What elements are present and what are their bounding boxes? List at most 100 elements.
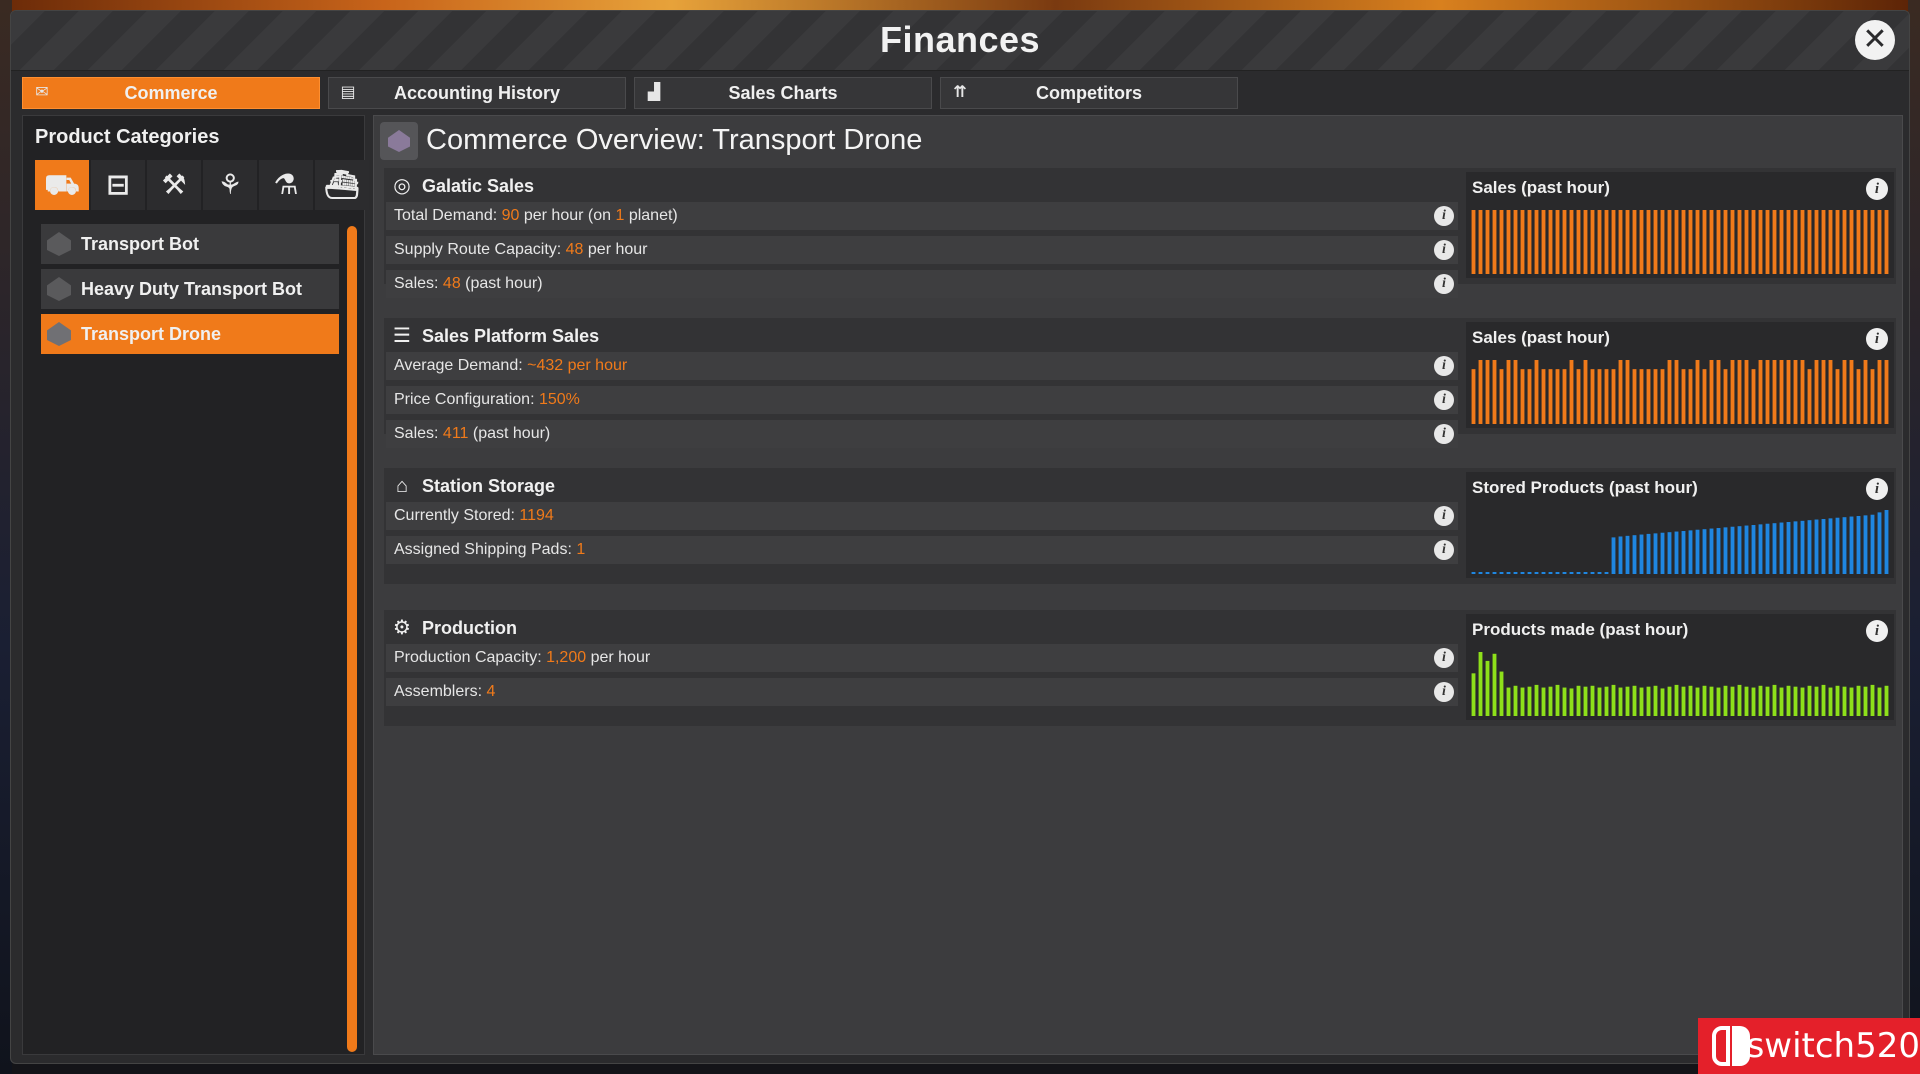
chart-bar (1709, 686, 1714, 716)
chart-bar (1723, 527, 1728, 574)
chart-bar (1492, 360, 1497, 424)
stat-value: 48 (442, 275, 461, 292)
chart-bar (1611, 684, 1616, 716)
watermark-text: switch520 (1746, 1026, 1920, 1066)
info-icon[interactable]: i (1434, 240, 1454, 260)
info-icon[interactable]: i (1866, 328, 1888, 350)
info-icon[interactable]: i (1434, 506, 1454, 526)
chart-bar (1849, 210, 1854, 274)
stat-value: 150% (538, 391, 580, 408)
product-list-scrollbar[interactable] (347, 226, 357, 1052)
chart-bar (1807, 520, 1812, 574)
chart-bar (1702, 210, 1707, 274)
chart-bar (1849, 516, 1854, 574)
plant-icon[interactable]: ⚘ (203, 160, 257, 210)
chart-bar (1492, 210, 1497, 274)
info-icon[interactable]: i (1434, 206, 1454, 226)
tab-competitors[interactable]: ⇈ Competitors (940, 77, 1238, 109)
chart-bar (1639, 369, 1644, 424)
info-icon[interactable]: i (1434, 390, 1454, 410)
info-icon[interactable]: i (1434, 424, 1454, 444)
chart-bar (1737, 684, 1742, 716)
info-icon[interactable]: i (1434, 356, 1454, 376)
chart-baseline-mark (1597, 572, 1602, 574)
chart-bar (1744, 210, 1749, 274)
chart-bar (1660, 688, 1665, 716)
stat-value: 1 (576, 541, 586, 558)
info-icon[interactable]: i (1866, 620, 1888, 642)
wrench-icon[interactable]: ⚒ (147, 160, 201, 210)
toolbox-icon[interactable]: ⊟ (91, 160, 145, 210)
chart-bar (1828, 360, 1833, 424)
chart-bar (1821, 360, 1826, 424)
chart-bar (1576, 369, 1581, 424)
commerce-overview-panel: Commerce Overview: Transport Drone ◎ Gal… (373, 115, 1903, 1055)
chart-bar (1842, 517, 1847, 574)
tab-accounting-history[interactable]: ▤ Accounting History (328, 77, 626, 109)
product-label: Heavy Duty Transport Bot (81, 279, 303, 299)
chart-bar (1821, 210, 1826, 274)
finances-window: Finances ✕ ✉ Commerce ▤ Accounting Histo… (10, 10, 1910, 1064)
info-icon[interactable]: i (1866, 178, 1888, 200)
chart-bar (1877, 687, 1882, 716)
chart-bar (1793, 360, 1798, 424)
chart-bar (1527, 686, 1532, 716)
product-item-transport-drone[interactable]: Transport Drone (41, 314, 339, 354)
truck-icon[interactable]: ⛟ (35, 160, 89, 210)
chart-bar (1779, 210, 1784, 274)
chart-bar (1856, 516, 1861, 574)
chart-bar (1702, 529, 1707, 574)
chart-bar (1569, 360, 1574, 424)
tank-icon[interactable]: ⛴ (315, 160, 369, 210)
chart-bar (1863, 686, 1868, 716)
info-icon[interactable]: i (1434, 682, 1454, 702)
tab-sales-charts[interactable]: ▟ Sales Charts (634, 77, 932, 109)
chart-bar (1660, 210, 1665, 274)
tab-commerce[interactable]: ✉ Commerce (22, 77, 320, 109)
chart-bar (1877, 512, 1882, 574)
chart-bar (1849, 687, 1854, 716)
station-storage-section: ⌂ Station Storage Currently Stored: 1194… (384, 468, 1896, 584)
section-title: Sales Platform Sales (422, 325, 600, 346)
info-icon[interactable]: i (1434, 540, 1454, 560)
storage-chart (1471, 510, 1889, 574)
chart-bar (1632, 535, 1637, 574)
chart-bar (1807, 369, 1812, 424)
info-icon[interactable]: i (1434, 648, 1454, 668)
stat-value: 4 (486, 683, 496, 700)
ledger-icon: ▤ (340, 84, 356, 101)
chart-bar (1884, 210, 1889, 274)
microscope-icon[interactable]: ⚗ (259, 160, 313, 210)
chart-bar (1513, 210, 1518, 274)
production-section: ⚙ Production Production Capacity: 1,200 … (384, 610, 1896, 726)
chart-bar (1527, 210, 1532, 274)
chart-bar (1877, 210, 1882, 274)
chart-bar (1639, 534, 1644, 574)
chart-bar (1779, 687, 1784, 716)
tab-label: Accounting History (393, 82, 560, 103)
chart-bar (1520, 210, 1525, 274)
chart-bar (1751, 369, 1756, 424)
chart-bar (1541, 687, 1546, 716)
chart-bar (1534, 360, 1539, 424)
chart-bar (1625, 210, 1630, 274)
chart-baseline-mark (1506, 572, 1511, 574)
chart-bar (1751, 210, 1756, 274)
stat-rows: Currently Stored: 1194 i Assigned Shipping… (386, 502, 1458, 570)
chart-baseline-mark (1485, 572, 1490, 574)
chart-bar (1667, 532, 1672, 574)
info-icon[interactable]: i (1434, 274, 1454, 294)
product-item-transport-bot[interactable]: Transport Bot (41, 224, 339, 264)
product-label: Transport Bot (81, 234, 200, 254)
chart-bar (1695, 687, 1700, 716)
chart-bar (1856, 369, 1861, 424)
product-icon (47, 232, 71, 256)
chart-bar (1562, 210, 1567, 274)
info-icon[interactable]: i (1866, 478, 1888, 500)
product-item-heavy-duty-transport-bot[interactable]: Heavy Duty Transport Bot (41, 269, 339, 309)
chart-bar (1730, 526, 1735, 574)
chart-bar (1492, 653, 1497, 716)
close-button[interactable]: ✕ (1855, 20, 1895, 60)
chart-bar (1758, 360, 1763, 424)
chart-bar (1485, 210, 1490, 274)
